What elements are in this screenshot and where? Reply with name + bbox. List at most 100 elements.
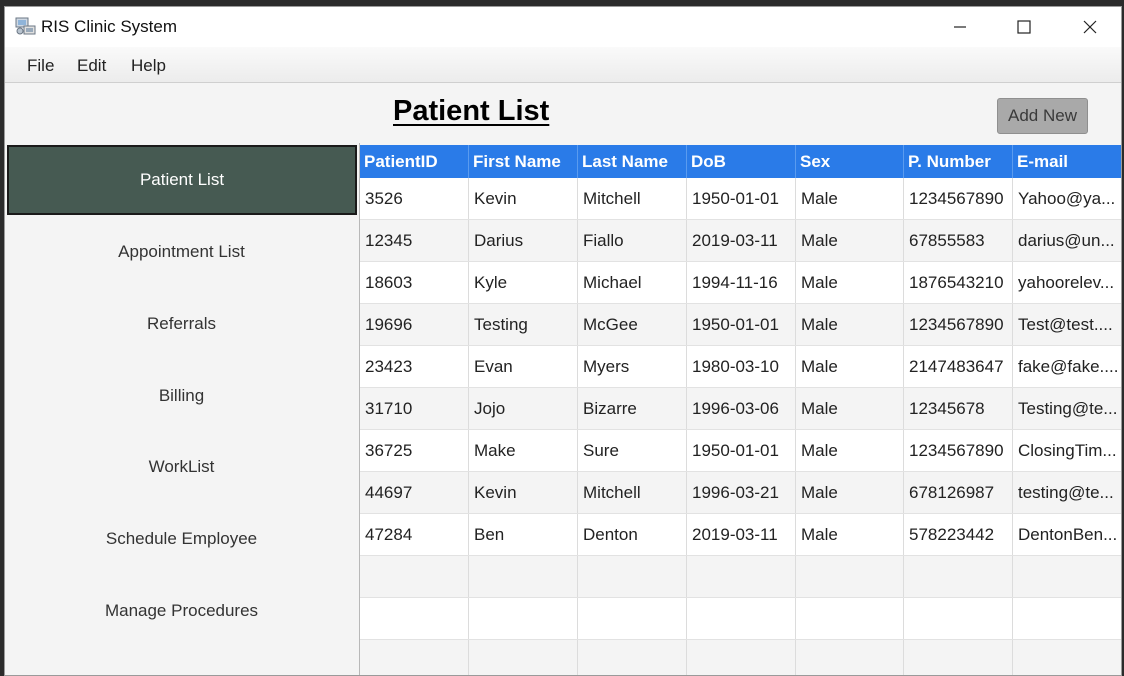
- table-cell: 1996-03-21: [687, 472, 796, 513]
- table-cell-text: 1994-11-16: [692, 272, 778, 292]
- maximize-icon: [1017, 20, 1031, 34]
- column-header-patientid[interactable]: PatientID: [360, 145, 469, 178]
- table-cell: fake@fake....: [1013, 346, 1121, 387]
- table-cell-text: Male: [801, 398, 838, 418]
- table-row[interactable]: 44697 Kevin Mitchell 1996-03-21 Male 67812698…: [360, 472, 1121, 514]
- sidebar-item-schedule-employee[interactable]: Schedule Employee: [5, 504, 358, 574]
- column-header-dob[interactable]: DoB: [687, 145, 796, 178]
- table-cell: 3526: [360, 178, 469, 219]
- table-cell: yahoorelev...: [1013, 262, 1121, 303]
- table-row[interactable]: 3526 Kevin Mitchell 1950-01-01 Male 123456789…: [360, 178, 1121, 220]
- table-cell: 12345: [360, 220, 469, 261]
- maximize-button[interactable]: [1001, 7, 1047, 47]
- table-row[interactable]: [360, 640, 1121, 675]
- table-cell: 2147483647: [904, 346, 1013, 387]
- table-cell-text: 36725: [365, 440, 413, 460]
- sidebar-item-worklist[interactable]: WorkList: [5, 432, 358, 502]
- table-cell-text: 2019-03-11: [692, 524, 778, 544]
- table-cell-text: 1234567890: [909, 440, 1004, 460]
- sidebar-item-billing[interactable]: Billing: [5, 361, 358, 431]
- title-bar[interactable]: RIS Clinic System: [5, 7, 1121, 47]
- table-cell: 31710: [360, 388, 469, 429]
- table-cell-text: Yahoo@ya...: [1018, 188, 1116, 208]
- table-cell: 1950-01-01: [687, 178, 796, 219]
- window-title: RIS Clinic System: [41, 17, 178, 36]
- table-row[interactable]: 18603 Kyle Michael 1994-11-16 Male 1876543210…: [360, 262, 1121, 304]
- table-cell-text: Male: [801, 230, 838, 250]
- table-cell-text: DentonBen...: [1018, 524, 1118, 544]
- table-cell: [360, 598, 469, 639]
- column-header-sex[interactable]: Sex: [796, 145, 904, 178]
- table-cell: McGee: [578, 304, 687, 345]
- sidebar-item-label: Manage Procedures: [104, 601, 259, 620]
- table-cell: 1950-01-01: [687, 304, 796, 345]
- table-cell: 47284: [360, 514, 469, 555]
- table-row[interactable]: [360, 556, 1121, 598]
- table-cell: [360, 556, 469, 597]
- table-cell-text: 1996-03-21: [692, 482, 779, 502]
- table-cell: 1876543210: [904, 262, 1013, 303]
- table-cell: [578, 598, 687, 639]
- close-button[interactable]: [1067, 7, 1113, 47]
- table-cell: [469, 640, 578, 675]
- table-cell: [796, 556, 904, 597]
- table-cell: 12345678: [904, 388, 1013, 429]
- add-new-button[interactable]: Add New: [997, 98, 1088, 134]
- table-cell-text: Male: [801, 524, 838, 544]
- menu-bar: File Edit Help: [5, 47, 1121, 83]
- table-row[interactable]: 47284 Ben Denton 2019-03-11 Male 578223442 Den…: [360, 514, 1121, 556]
- patient-table[interactable]: PatientID First Name Last Name DoB Sex P…: [360, 145, 1121, 675]
- sidebar-item-patient-list[interactable]: Patient List: [7, 145, 357, 215]
- table-row[interactable]: 31710 Jojo Bizarre 1996-03-06 Male 12345678 Te…: [360, 388, 1121, 430]
- table-cell: 44697: [360, 472, 469, 513]
- table-cell: Kyle: [469, 262, 578, 303]
- table-cell-text: Test@test....: [1018, 314, 1113, 334]
- menu-file[interactable]: File: [27, 56, 54, 76]
- column-header-first-name[interactable]: First Name: [469, 145, 578, 178]
- table-cell: darius@un...: [1013, 220, 1121, 261]
- table-cell-text: 3526: [365, 188, 403, 208]
- sidebar-item-appointment-list[interactable]: Appointment List: [5, 217, 358, 287]
- table-cell: Kevin: [469, 472, 578, 513]
- table-cell-text: Denton: [583, 524, 638, 544]
- table-cell-text: 578223442: [909, 524, 995, 544]
- sidebar-item-manage-procedures[interactable]: Manage Procedures: [5, 576, 358, 646]
- table-row[interactable]: 12345 Darius Fiallo 2019-03-11 Male 67855583 d…: [360, 220, 1121, 262]
- table-cell-text: 1234567890: [909, 188, 1004, 208]
- table-cell-text: 47284: [365, 524, 413, 544]
- table-row[interactable]: [360, 598, 1121, 640]
- column-header-phone-number[interactable]: P. Number: [904, 145, 1013, 178]
- table-cell: DentonBen...: [1013, 514, 1121, 555]
- table-cell: 1980-03-10: [687, 346, 796, 387]
- table-cell: [687, 640, 796, 675]
- table-cell-text: 19696: [365, 314, 413, 334]
- table-cell-text: 1876543210: [909, 272, 1004, 292]
- minimize-button[interactable]: [937, 7, 983, 47]
- table-cell: Michael: [578, 262, 687, 303]
- table-cell-text: Make: [474, 440, 516, 460]
- column-header-last-name[interactable]: Last Name: [578, 145, 687, 178]
- table-cell-text: Male: [801, 188, 838, 208]
- table-cell: 678126987: [904, 472, 1013, 513]
- sidebar-item-label: WorkList: [148, 457, 215, 476]
- menu-edit[interactable]: Edit: [77, 56, 106, 76]
- table-cell: 1234567890: [904, 430, 1013, 471]
- table-cell: Male: [796, 346, 904, 387]
- table-cell-text: Male: [801, 314, 838, 334]
- table-row[interactable]: 36725 Make Sure 1950-01-01 Male 1234567890 Clo…: [360, 430, 1121, 472]
- column-header-email[interactable]: E-mail: [1013, 145, 1121, 178]
- sidebar-item-referrals[interactable]: Referrals: [5, 289, 358, 359]
- table-cell: Testing: [469, 304, 578, 345]
- menu-help[interactable]: Help: [131, 56, 166, 76]
- table-cell: Male: [796, 304, 904, 345]
- table-cell: [904, 598, 1013, 639]
- table-row[interactable]: 19696 Testing McGee 1950-01-01 Male 123456789…: [360, 304, 1121, 346]
- table-cell: [1013, 640, 1121, 675]
- table-cell: Darius: [469, 220, 578, 261]
- table-row[interactable]: 23423 Evan Myers 1980-03-10 Male 2147483647 fa…: [360, 346, 1121, 388]
- table-cell-text: Testing@te...: [1018, 398, 1118, 418]
- table-cell: 67855583: [904, 220, 1013, 261]
- table-cell: [796, 640, 904, 675]
- table-cell: Denton: [578, 514, 687, 555]
- table-cell: Male: [796, 178, 904, 219]
